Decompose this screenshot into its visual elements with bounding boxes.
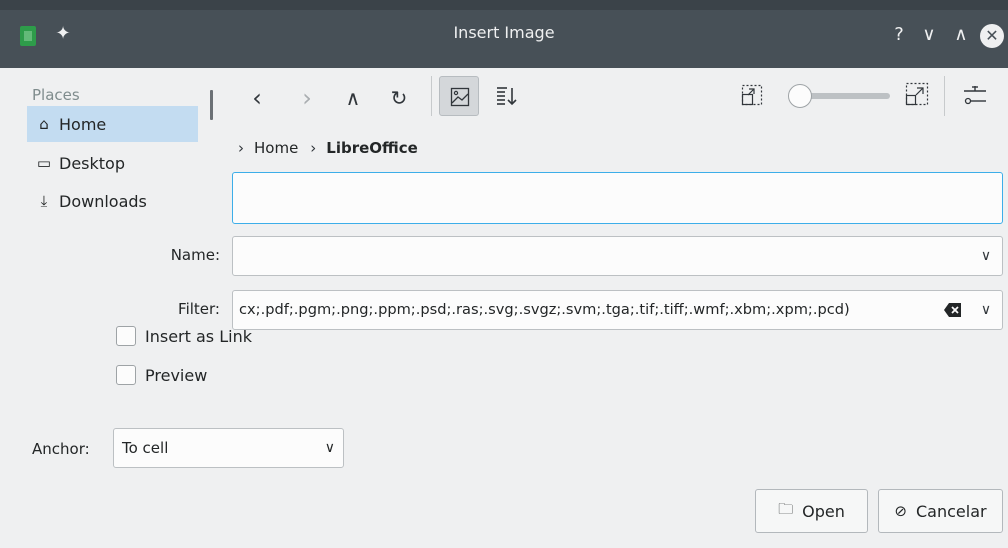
preview-label: Preview (145, 365, 208, 385)
close-button[interactable]: ✕ (980, 24, 1004, 48)
anchor-value: To cell (122, 439, 169, 457)
icons-view-button[interactable] (439, 76, 479, 116)
downloads-icon: ⤓ (40, 192, 48, 210)
place-desktop[interactable]: ▭ Desktop (27, 145, 198, 181)
place-label: Downloads (59, 191, 147, 211)
insert-as-link-label: Insert as Link (145, 326, 252, 346)
window-title: Insert Image (453, 23, 555, 42)
checkbox-box[interactable] (116, 365, 136, 385)
toolbar-separator (944, 76, 945, 116)
chevron-down-icon[interactable]: ∨ (976, 245, 996, 267)
place-label: Desktop (59, 153, 125, 173)
panel-splitter-handle[interactable] (210, 90, 213, 120)
open-button[interactable]: 🗀 Open (755, 489, 868, 533)
name-combo[interactable]: ∨ (232, 236, 1003, 276)
place-home[interactable]: ⌂ Home (27, 106, 198, 142)
place-downloads[interactable]: ⤓ Downloads (27, 183, 198, 219)
parent-folder-button[interactable]: ∧ (336, 80, 370, 116)
sort-icon[interactable] (493, 82, 521, 110)
zoom-handle[interactable] (788, 84, 812, 108)
insert-as-link-checkbox[interactable]: Insert as Link (116, 326, 252, 346)
zoom-out-icon[interactable] (741, 84, 763, 106)
filter-text: cx;.pdf;.pgm;.png;.ppm;.psd;.ras;.svg;.s… (239, 301, 937, 318)
options-icon[interactable] (962, 82, 988, 110)
chevron-down-icon[interactable]: ∨ (976, 299, 996, 321)
image-view-icon (450, 87, 470, 107)
filter-combo[interactable]: cx;.pdf;.pgm;.png;.ppm;.psd;.ras;.svg;.s… (232, 290, 1003, 330)
desktop-icon: ▭ (36, 154, 52, 172)
chevron-right-icon[interactable]: › (310, 139, 316, 157)
title-bar: ✦ Insert Image ? ∨ ∧ ✕ (0, 0, 1008, 68)
help-button[interactable]: ? (888, 22, 910, 48)
clear-icon[interactable] (943, 301, 963, 319)
breadcrumb-home[interactable]: Home (254, 139, 298, 157)
toolbar-separator (431, 76, 432, 116)
filter-label: Filter: (178, 300, 220, 318)
cancel-button[interactable]: ⊘ Cancelar (878, 489, 1003, 533)
cancel-label: Cancelar (915, 501, 987, 521)
zoom-slider[interactable] (782, 84, 892, 108)
chevron-right-icon[interactable]: › (238, 139, 244, 157)
cancel-icon: ⊘ (894, 502, 907, 520)
name-label: Name: (170, 246, 220, 264)
folder-icon: 🗀 (778, 499, 794, 518)
anchor-label: Anchor: (32, 440, 90, 458)
home-icon: ⌂ (39, 115, 49, 133)
places-title: Places (32, 86, 80, 104)
filter-value: cx;.pdf;.pgm;.png;.ppm;.psd;.ras;.svg;.s… (239, 301, 850, 318)
breadcrumb-libreoffice[interactable]: LibreOffice (326, 139, 418, 157)
breadcrumb: › Home › LibreOffice (238, 136, 418, 160)
minimize-button[interactable]: ∨ (918, 22, 940, 48)
forward-button[interactable]: › (290, 80, 324, 116)
checkbox-box[interactable] (116, 326, 136, 346)
anchor-select[interactable]: To cell ∨ (113, 428, 344, 468)
place-label: Home (59, 114, 107, 134)
file-list-view[interactable] (232, 172, 1003, 224)
reload-button[interactable]: ↻ (382, 80, 416, 116)
maximize-button[interactable]: ∧ (950, 22, 972, 48)
preview-checkbox[interactable]: Preview (116, 365, 207, 385)
back-button[interactable]: ‹ (240, 80, 274, 116)
chevron-down-icon: ∨ (324, 440, 335, 456)
open-label: Open (802, 501, 845, 521)
window-top-strip (0, 0, 1008, 10)
zoom-in-icon[interactable] (905, 82, 929, 106)
